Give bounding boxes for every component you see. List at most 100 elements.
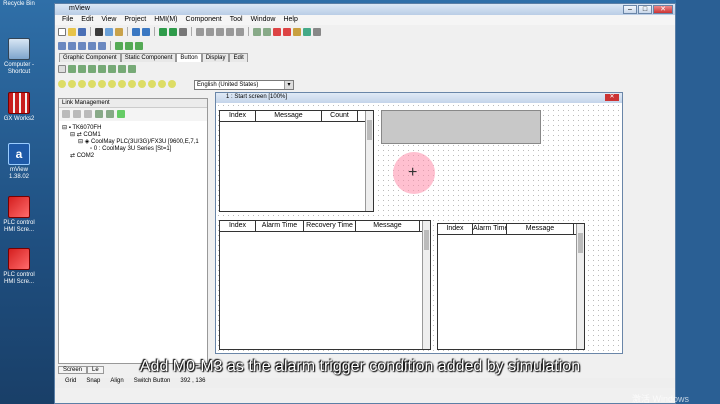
tree-item-com1[interactable]: ⊟ ⇄ COM1 (62, 132, 199, 139)
paste-icon[interactable] (115, 27, 123, 36)
shape-icon-2[interactable] (68, 79, 76, 88)
status-align[interactable]: Align (110, 378, 123, 388)
shape-icon-9[interactable] (138, 79, 146, 88)
align-center-icon[interactable] (206, 27, 214, 36)
shape-icon-11[interactable] (158, 79, 166, 88)
expand-icon[interactable] (95, 110, 103, 118)
window-icon[interactable] (125, 41, 133, 50)
table-icon[interactable] (135, 41, 143, 50)
grid-icon[interactable] (303, 27, 311, 36)
desktop-icon-recycle-bin[interactable]: Recycle Bin (0, 1, 38, 8)
shape-icon-1[interactable] (58, 79, 66, 88)
forward-icon[interactable] (117, 110, 125, 118)
screen-icon[interactable] (115, 41, 123, 50)
menu-hmi[interactable]: HMI(M) (150, 15, 181, 25)
rotate-icon[interactable] (98, 41, 106, 50)
desktop-icon-mview[interactable]: a mView 1.38.02 (0, 143, 38, 181)
multi-button-icon[interactable] (108, 64, 116, 73)
shape-icon-12[interactable] (168, 79, 176, 88)
desktop-icon-gxworks[interactable]: GX Works2 (0, 92, 38, 123)
layer-icon[interactable] (58, 41, 66, 50)
desktop-icon-plc-2[interactable]: PLC control HMI Scre... (0, 248, 38, 286)
table2-scrollbar[interactable] (422, 221, 430, 349)
front-icon[interactable] (68, 41, 76, 50)
alarm-history-table[interactable]: Index Alarm Time Recovery Time Message (219, 220, 431, 350)
status-grid[interactable]: Grid (65, 378, 76, 388)
compile-icon[interactable] (159, 27, 167, 36)
ungroup-icon[interactable] (263, 27, 271, 36)
flip-icon[interactable] (88, 41, 96, 50)
shape-icon-3[interactable] (78, 79, 86, 88)
sound-icon[interactable] (293, 27, 301, 36)
align-left-icon[interactable] (196, 27, 204, 36)
screen-button-icon[interactable] (88, 64, 96, 73)
chevron-down-icon[interactable]: ▾ (284, 81, 293, 89)
word-button-icon[interactable] (78, 64, 86, 73)
shape-icon-4[interactable] (88, 79, 96, 88)
status-snap[interactable]: Snap (86, 378, 100, 388)
simulate-icon[interactable] (169, 27, 177, 36)
menu-window[interactable]: Window (247, 15, 280, 25)
menu-project[interactable]: Project (120, 15, 150, 25)
menu-tool[interactable]: Tool (226, 15, 247, 25)
tab-static-component[interactable]: Static Component (120, 53, 177, 62)
title-bar[interactable]: mView – □ ✕ (55, 4, 675, 15)
menu-edit[interactable]: Edit (77, 15, 97, 25)
shape-icon-7[interactable] (118, 79, 126, 88)
menu-component[interactable]: Component (182, 15, 226, 25)
tab-edit[interactable]: Edit (229, 53, 248, 62)
add-link-icon[interactable] (62, 110, 70, 118)
new-icon[interactable] (58, 27, 66, 36)
save-icon[interactable] (78, 27, 86, 36)
copy-icon[interactable] (105, 27, 113, 36)
language-select[interactable]: English (United States) ▾ (194, 80, 294, 90)
align-top-icon[interactable] (226, 27, 234, 36)
shape-icon-5[interactable] (98, 79, 106, 88)
alarm-display-table[interactable]: Index Message Count (219, 110, 374, 212)
tree-item-com2[interactable]: ⇄ COM2 (62, 153, 199, 160)
alarm-event-table[interactable]: Index Alarm Time Message (437, 223, 585, 350)
pointer-icon[interactable] (58, 64, 66, 73)
redo-icon[interactable] (142, 27, 150, 36)
download-icon[interactable] (179, 27, 187, 36)
editor-close-button[interactable]: ✕ (605, 94, 619, 101)
back-icon[interactable] (78, 41, 86, 50)
zoom-icon[interactable] (313, 27, 321, 36)
tab-graphic-component[interactable]: Graphic Component (59, 53, 121, 62)
close-button[interactable]: ✕ (653, 5, 673, 14)
tree-item-hmi[interactable]: ⊟ ▪ TK6070FH (62, 125, 199, 132)
tree-item-station[interactable]: ▫ 0 : CoolMay 3U Series [St=1] (62, 146, 199, 153)
shape-icon-6[interactable] (108, 79, 116, 88)
menu-view[interactable]: View (97, 15, 120, 25)
stop-icon[interactable] (283, 27, 291, 36)
record-icon[interactable] (273, 27, 281, 36)
collapse-icon[interactable] (106, 110, 114, 118)
bit-button-icon[interactable] (68, 64, 76, 73)
tree-item-plc[interactable]: ⊟ ◈ CoolMay PLC(3U/3G)/FX3U [9600,E,7,1 (62, 139, 199, 146)
table1-scrollbar[interactable] (365, 111, 373, 211)
shape-icon-10[interactable] (148, 79, 156, 88)
desktop-icon-plc-1[interactable]: PLC control HMI Scre... (0, 196, 38, 234)
cut-icon[interactable] (95, 27, 103, 36)
tab-button[interactable]: Button (176, 53, 202, 62)
group-icon[interactable] (253, 27, 261, 36)
undo-icon[interactable] (132, 27, 140, 36)
minimize-button[interactable]: – (623, 5, 637, 14)
lamp-button-icon[interactable] (118, 64, 126, 73)
tab-display[interactable]: Display (201, 53, 230, 62)
switch-icon[interactable] (128, 64, 136, 73)
table3-scrollbar[interactable] (576, 224, 584, 349)
menu-file[interactable]: File (58, 15, 77, 25)
shape-icon-8[interactable] (128, 79, 136, 88)
maximize-button[interactable]: □ (638, 5, 652, 14)
align-right-icon[interactable] (216, 27, 224, 36)
remove-link-icon[interactable] (73, 110, 81, 118)
open-icon[interactable] (68, 27, 76, 36)
desktop-icon-computer[interactable]: Computer - Shortcut (0, 38, 38, 76)
screen-canvas[interactable]: Index Message Count + Index Alarm Time R… (216, 103, 622, 353)
align-bottom-icon[interactable] (236, 27, 244, 36)
function-button-icon[interactable] (98, 64, 106, 73)
properties-icon[interactable] (84, 110, 92, 118)
menu-help[interactable]: Help (279, 15, 301, 25)
gray-rectangle[interactable] (381, 110, 541, 144)
